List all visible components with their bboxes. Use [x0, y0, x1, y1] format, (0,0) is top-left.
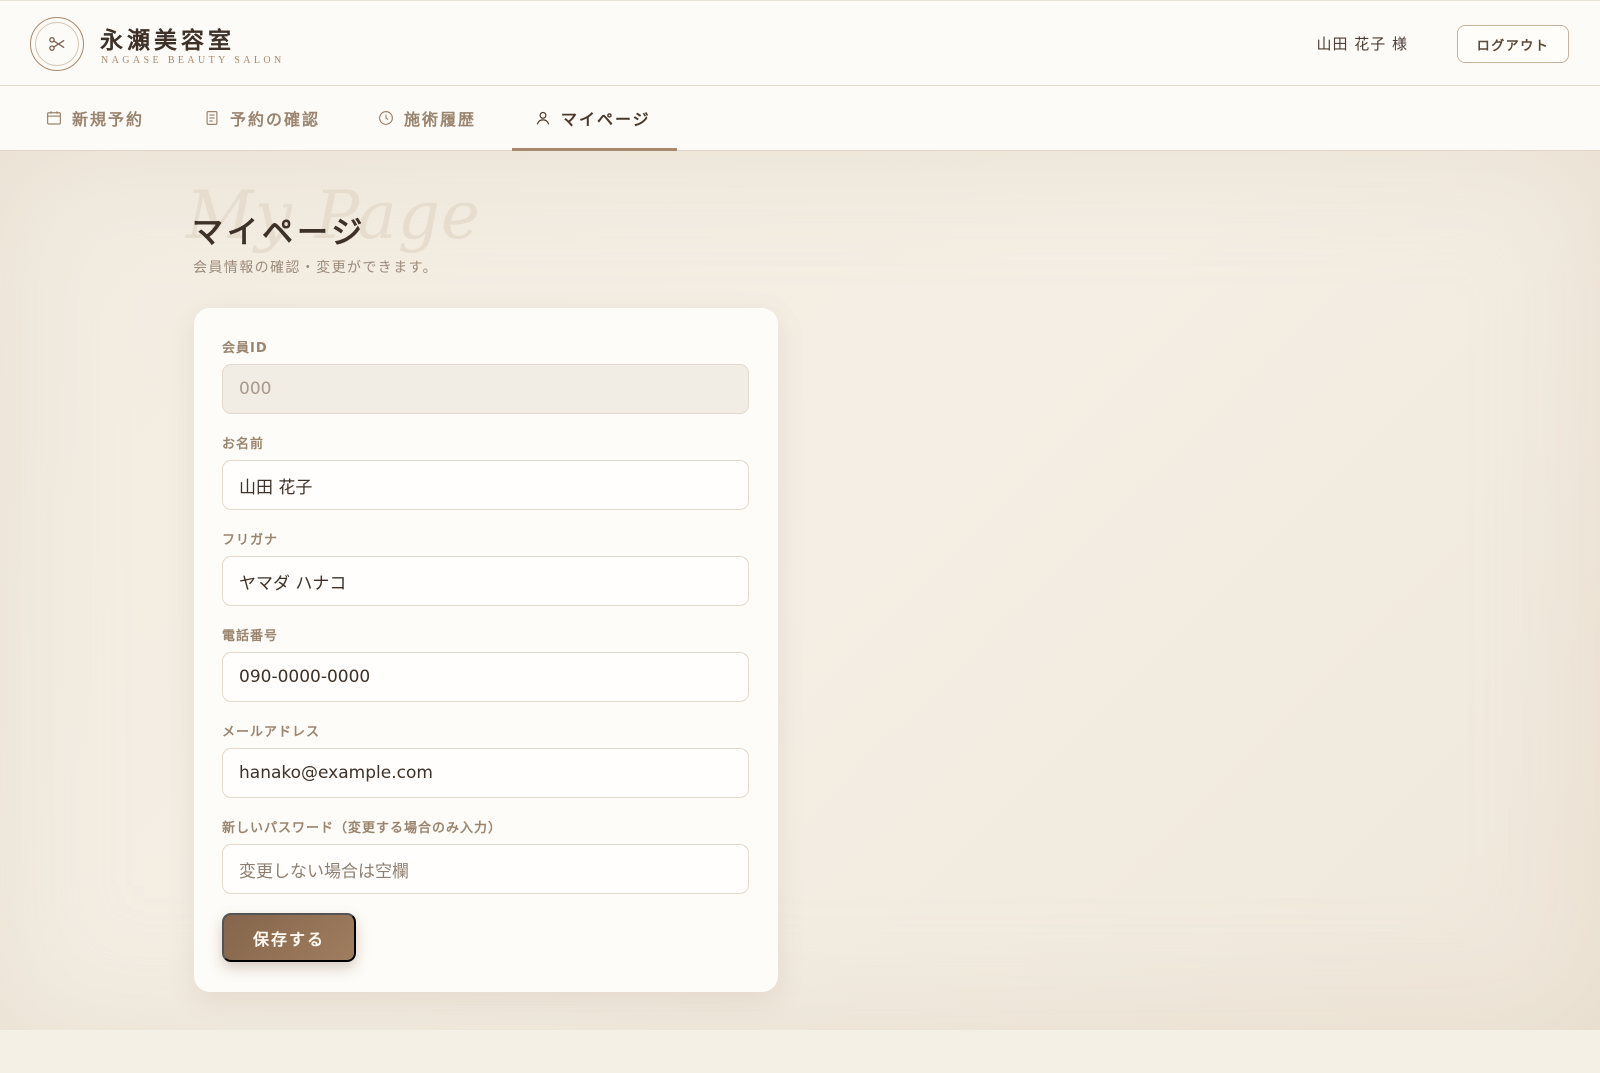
app-header: 永瀬美容室 NAGASE BEAUTY SALON 山田 花子 様 ログアウト — [0, 0, 1600, 86]
profile-form-card: 会員ID 000 お名前 山田 花子 フリガナ ヤマダ ハナコ 電話番号 090… — [194, 308, 778, 992]
member-id-field: 000 — [222, 364, 749, 414]
save-button[interactable]: 保存する — [222, 913, 356, 962]
tab-my-page[interactable]: マイページ — [512, 86, 677, 151]
tab-label: 予約の確認 — [230, 110, 321, 129]
user-name: 山田 花子 様 — [1316, 35, 1408, 53]
page-description: 会員情報の確認・変更ができます。 — [193, 260, 438, 276]
tab-treatment-history[interactable]: 施術履歴 — [377, 86, 476, 150]
name-field[interactable]: 山田 花子 — [222, 460, 749, 510]
tab-label: 新規予約 — [72, 110, 145, 129]
email-field[interactable]: hanako@example.com — [222, 748, 749, 798]
tab-reservation-check[interactable]: 予約の確認 — [203, 86, 320, 150]
document-icon — [206, 111, 218, 125]
page-title: マイページ — [192, 215, 367, 251]
password-label: 新しいパスワード（変更する場合のみ入力） — [222, 821, 503, 836]
password-field[interactable]: 変更しない場合は空欄 — [222, 844, 749, 894]
main-content: My Page マイページ 会員情報の確認・変更ができます。 会員ID 000 … — [0, 151, 1600, 1030]
phone-label: 電話番号 — [222, 629, 279, 644]
tab-new-reservation[interactable]: 新規予約 — [45, 86, 144, 150]
calendar-icon — [47, 111, 61, 125]
phone-field[interactable]: 090-0000-0000 — [222, 652, 749, 702]
furigana-field[interactable]: ヤマダ ハナコ — [222, 556, 749, 606]
user-icon — [536, 111, 550, 125]
email-label: メールアドレス — [222, 725, 321, 740]
furigana-label: フリガナ — [222, 533, 279, 548]
brand-subtitle: NAGASE BEAUTY SALON — [101, 55, 285, 66]
scissors-icon — [30, 17, 84, 71]
main-nav: 新規予約 予約の確認 施術履歴 マイページ — [0, 86, 1600, 151]
tab-label: マイページ — [561, 110, 651, 129]
tab-label: 施術履歴 — [404, 110, 477, 129]
member-id-label: 会員ID — [222, 341, 268, 356]
brand-title: 永瀬美容室 — [100, 27, 235, 54]
logout-button[interactable]: ログアウト — [1457, 25, 1569, 63]
name-label: お名前 — [222, 437, 265, 452]
footer-area — [0, 1030, 1600, 1073]
clock-icon — [379, 111, 393, 125]
